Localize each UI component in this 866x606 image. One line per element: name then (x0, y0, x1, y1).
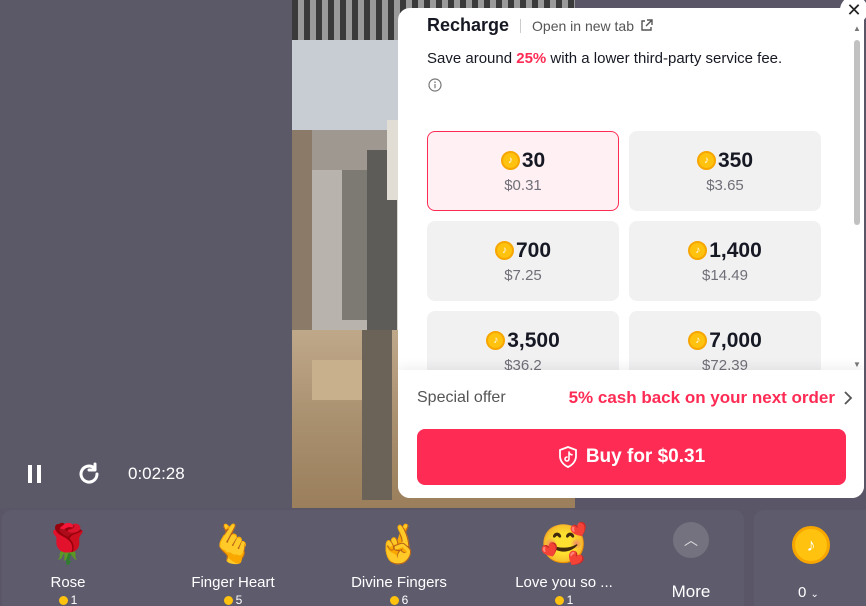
package-option[interactable]: ♪ 350 $3.65 (629, 131, 821, 211)
more-gifts-button[interactable]: ︿ More (657, 522, 725, 602)
special-offer-text: 5% cash back on your next order (568, 388, 835, 407)
recharge-title: Recharge (427, 15, 510, 35)
coin-wallet[interactable]: ♪ 0 ⌄ (754, 510, 866, 606)
info-icon[interactable] (428, 78, 442, 92)
coin-icon: ♪ (494, 241, 514, 260)
gift-item-love-you[interactable]: 🥰 Love you so ... 1 (494, 518, 634, 606)
gift-bar: 🌹 Rose 1 🫰 Finger Heart 5 🤞 Divine Finge… (2, 510, 744, 606)
package-coins: ♪ 350 (696, 148, 754, 173)
coin-icon (223, 595, 233, 605)
chevron-right-icon (844, 391, 853, 405)
pause-button[interactable] (20, 459, 50, 489)
package-coins: ♪ 30 (500, 148, 546, 173)
package-coins: ♪ 700 (494, 238, 552, 263)
package-option[interactable]: ♪ 1,400 $14.49 (629, 221, 821, 301)
recharge-panel: Recharge Open in new tab Save around 25%… (398, 8, 864, 498)
gift-name: Finger Heart (191, 574, 275, 591)
gift-cost: 1 (58, 593, 78, 606)
gift-item-divine-fingers[interactable]: 🤞 Divine Fingers 6 (329, 518, 469, 606)
buy-button-label: Buy for $0.31 (585, 446, 706, 467)
coin-icon (389, 595, 399, 605)
scroll-up-arrow-icon[interactable]: ▲ (853, 24, 861, 33)
coin-icon: ♪ (500, 151, 520, 170)
close-button[interactable]: ✕ (840, 0, 866, 24)
video-pixel (362, 330, 392, 500)
coin-icon: ♪ (486, 331, 506, 350)
package-coins: ♪ 7,000 (688, 329, 762, 353)
more-label: More (671, 582, 711, 601)
gift-cost: 6 (389, 593, 409, 606)
close-icon: ✕ (846, 0, 862, 20)
chevron-down-icon: ⌄ (810, 589, 819, 600)
special-offer-label: Special offer (417, 389, 506, 406)
savings-suffix: with a lower third-party service fee. (546, 50, 783, 67)
package-price: $14.49 (702, 266, 748, 284)
package-price: $0.31 (504, 176, 542, 194)
coin-icon: ♪ (792, 526, 830, 564)
divine-fingers-icon: 🤞 (375, 524, 423, 566)
gift-cost-value: 6 (401, 593, 409, 606)
gift-item-finger-heart[interactable]: 🫰 Finger Heart 5 (163, 518, 303, 606)
gift-item-rose[interactable]: 🌹 Rose 1 (0, 518, 138, 606)
scroll-thumb[interactable] (854, 40, 860, 225)
package-price: $3.65 (706, 176, 744, 194)
chevron-up-icon: ︿ (673, 522, 709, 558)
recharge-header: Recharge Open in new tab (427, 15, 653, 36)
external-link-icon (641, 19, 653, 31)
gift-name: Divine Fingers (351, 574, 447, 591)
coin-icon: ♪ (688, 241, 708, 260)
coin-balance[interactable]: 0 ⌄ (798, 584, 819, 601)
special-offer-row[interactable]: Special offer 5% cash back on your next … (417, 388, 853, 408)
rose-icon: 🌹 (44, 524, 92, 566)
package-coins: ♪ 1,400 (688, 239, 762, 263)
coin-balance-value: 0 (798, 584, 807, 601)
love-you-icon: 🥰 (540, 524, 588, 566)
gift-cost-value: 1 (70, 593, 78, 606)
gift-cost: 5 (223, 593, 243, 606)
pause-icon (28, 465, 41, 483)
gift-cost-value: 1 (566, 593, 574, 606)
replay-button[interactable] (74, 459, 104, 489)
package-coins: ♪ 3,500 (486, 329, 560, 353)
refresh-icon (79, 462, 99, 484)
gift-cost: 1 (554, 593, 574, 606)
coin-icon: ♪ (696, 151, 716, 170)
savings-prefix: Save around (427, 50, 517, 67)
coin-icon (58, 595, 68, 605)
package-coin-amount: 7,000 (709, 328, 762, 352)
coin-icon: ♪ (688, 331, 708, 350)
player-controls: 0:02:28 (20, 458, 185, 490)
package-coin-amount: 350 (717, 148, 754, 172)
gift-name: Love you so ... (515, 574, 613, 591)
shield-tiktok-icon (558, 446, 577, 468)
package-coin-amount: 1,400 (709, 238, 762, 262)
left-panel (0, 0, 292, 508)
panel-scrollbar[interactable]: ▲ ▼ (852, 24, 862, 370)
video-pixel (292, 130, 312, 330)
scroll-down-arrow-icon[interactable]: ▼ (853, 360, 861, 369)
coin-icon (554, 595, 564, 605)
finger-heart-icon: 🫰 (209, 524, 257, 566)
open-new-tab-label: Open in new tab (532, 17, 635, 34)
playback-time: 0:02:28 (128, 464, 185, 483)
recharge-footer: Special offer 5% cash back on your next … (398, 370, 864, 498)
package-coin-amount: 3,500 (507, 328, 560, 352)
buy-button[interactable]: Buy for $0.31 (417, 429, 846, 485)
package-option[interactable]: ♪ 700 $7.25 (427, 221, 619, 301)
gift-cost-value: 5 (235, 593, 243, 606)
package-coin-amount: 700 (515, 238, 552, 262)
package-price: $7.25 (504, 266, 542, 284)
gift-name: Rose (50, 574, 86, 591)
header-divider (520, 18, 522, 33)
savings-percent: 25% (516, 50, 547, 67)
open-new-tab-link[interactable]: Open in new tab (532, 18, 653, 34)
package-option[interactable]: ♪ 30 $0.31 (427, 131, 619, 211)
package-coin-amount: 30 (521, 148, 546, 172)
savings-message: Save around 25% with a lower third-party… (427, 50, 782, 67)
